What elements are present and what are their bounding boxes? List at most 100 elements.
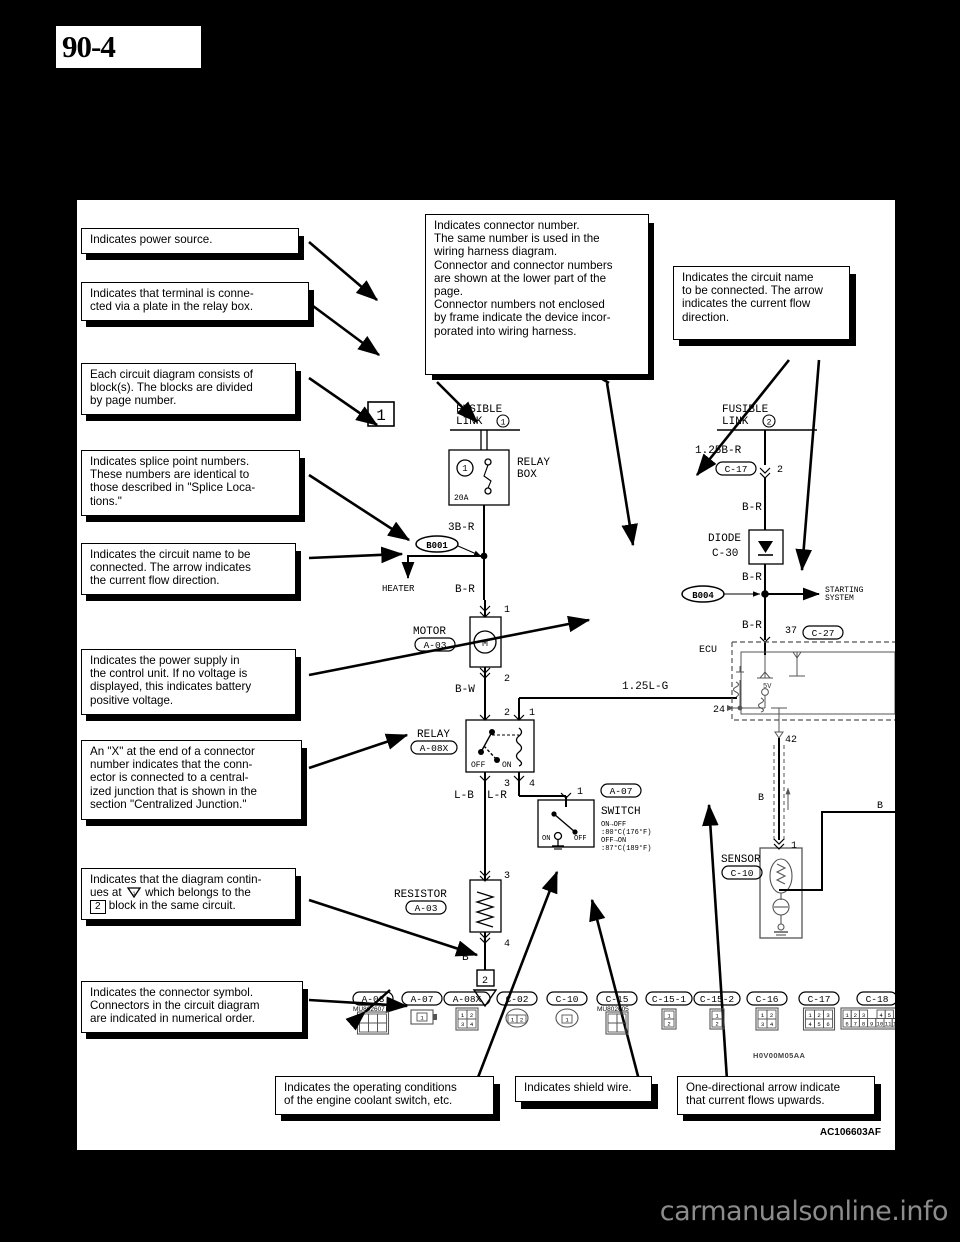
svg-text:M: M (482, 639, 488, 650)
switch-pin-1: 1 (577, 787, 583, 798)
fusible-link-2-line1: FUSIBLE (722, 404, 769, 416)
callout-connector-number: Indicates connector number. The same num… (425, 214, 649, 375)
relay-on: ON (502, 761, 512, 770)
switch-cond-3: OFF→ON (601, 837, 626, 845)
c17-pin: 2 (777, 465, 783, 476)
resistor-pin-4: 4 (504, 939, 510, 950)
connector-id-label: C-15-1 (652, 994, 687, 1005)
callout-shield-wire-text: Indicates shield wire. (524, 1081, 632, 1094)
block-number-label: 1 (376, 407, 386, 425)
wire-b-r-3: B-R (742, 572, 762, 584)
motor-pin-1: 1 (504, 605, 510, 616)
fuse-circle-label: 1 (462, 464, 467, 474)
wire-b-shield: B (758, 793, 764, 804)
connector-symbol-c-16[interactable]: C-16 1 23 4 (746, 991, 788, 1031)
connector-c27: C-27 (812, 628, 835, 639)
fusible-link-2-circle: 2 (767, 419, 772, 428)
connector-symbol-c-15-1[interactable]: C-15-1 12 (645, 991, 693, 1030)
sensor-label: SENSOR (721, 854, 761, 866)
wire-b-r-2: B-R (742, 502, 762, 514)
wire-l-b: L-B (454, 790, 474, 802)
connector-pin-label: 3 (862, 1012, 865, 1019)
diode-label: DIODE (708, 533, 741, 545)
callout-one-directional-arrow: One-directional arrow indicate that curr… (677, 1076, 875, 1115)
ecu-pin-24: 24 (713, 705, 725, 716)
connector-symbol-c-10[interactable]: C-10 1 (546, 991, 588, 1028)
callout-block-page: Each circuit diagram consists of block(s… (81, 363, 296, 415)
fusible-link-2-line2: LINK (722, 416, 749, 428)
callout-power-source-text: Indicates power source. (90, 233, 213, 246)
site-watermark: carmanualsonline.info (659, 1196, 949, 1227)
connector-pin-label: 4 (808, 1021, 812, 1028)
starting-system-2: SYSTEM (825, 594, 854, 603)
callout-power-source: Indicates power source. (81, 228, 299, 254)
connector-pin-label: 4 (879, 1012, 883, 1019)
relay-pin-3: 3 (504, 779, 510, 790)
connector-c17: C-17 (725, 464, 748, 475)
callout-splice-point: Indicates splice point numbers. These nu… (81, 450, 300, 516)
continue-triangle-icon: 1 (126, 887, 142, 899)
callout-operating-conditions: Indicates the operating conditions of th… (275, 1076, 494, 1115)
callout-relay-plate-text: Indicates that terminal is conne- cted v… (90, 287, 254, 314)
connector-id-label: C-16 (756, 994, 779, 1005)
c27-pin: 37 (785, 626, 797, 637)
wire-b-r-4: B-R (742, 620, 762, 632)
connector-pin-label: 3 (826, 1012, 829, 1019)
connector-id-label: C-15-2 (700, 994, 735, 1005)
connector-pin-label: 1 (808, 1012, 812, 1019)
motor-connector: A-03 (424, 640, 447, 651)
diode-id: C-30 (712, 548, 738, 560)
switch-off-label: OFF (574, 835, 587, 843)
relay-connector: A-08X (420, 743, 449, 754)
continue-block-num: 2 (482, 976, 488, 987)
connector-pin-label: 6 (826, 1021, 829, 1028)
relay-label: RELAY (417, 729, 450, 741)
resistor-connector: A-03 (415, 903, 438, 914)
connector-symbol-a-03[interactable]: A-03MU802607 (352, 991, 394, 1035)
sensor-connector: C-10 (731, 868, 754, 879)
connector-pin-label: 1 (511, 1017, 515, 1024)
callout-circuit-name-left: Indicates the circuit name to be connect… (81, 543, 296, 595)
svg-text:1: 1 (132, 891, 135, 897)
callout-splice-point-text: Indicates splice point numbers. These nu… (90, 455, 256, 508)
callout-circuit-name-right: Indicates the circuit name to be connect… (673, 266, 850, 340)
relay-box-line2: BOX (517, 469, 537, 481)
page-number: 90-4 (62, 29, 116, 64)
connector-symbol-a-07[interactable]: A-07 1 (401, 991, 443, 1025)
connector-pin-label: 2 (667, 1021, 670, 1028)
connector-symbol-c-17[interactable]: C-17 1 2 3 4 5 6 (798, 991, 840, 1031)
connector-pin-label: 3 (761, 1021, 764, 1028)
callout-power-supply-ecu-text: Indicates the power supply in the contro… (90, 654, 252, 707)
connector-pin-label: 5 (888, 1012, 891, 1019)
connector-symbol-a-08x[interactable]: A-08X 1 23 4 (443, 991, 491, 1031)
connector-symbol-c-15-2[interactable]: C-15-2 12 (693, 991, 741, 1030)
connector-pin-label: 10 (877, 1020, 884, 1027)
connector-symbol-c-18[interactable]: C-18123456789101112 (840, 991, 895, 1030)
relay-pin-2: 2 (504, 708, 510, 719)
fusible-link-1-line2: LINK (456, 416, 483, 428)
connector-pin-label: 2 (470, 1012, 473, 1019)
connector-id-label: A-08X (453, 994, 482, 1005)
wire-125b-r: 1.25B-R (695, 445, 742, 457)
callout-one-directional-text: One-directional arrow indicate that curr… (686, 1081, 841, 1108)
connector-pin-label: 2 (770, 1012, 773, 1019)
connector-id-label: C-18 (866, 994, 889, 1005)
callout-continues: Indicates that the diagram contin- ues a… (81, 868, 296, 920)
callout-power-supply-ecu: Indicates the power supply in the contro… (81, 649, 296, 715)
wire-3b-r: 3B-R (448, 522, 475, 534)
callout-continues-line2: ues at (90, 886, 122, 900)
callout-connector-symbol-text: Indicates the connector symbol. Connecto… (90, 986, 260, 1026)
wire-125lg: 1.25L-G (622, 681, 668, 693)
connector-pin-label: 3 (461, 1021, 464, 1028)
connector-id-label: C-02 (506, 994, 529, 1005)
callout-connector-number-text: Indicates connector number. The same num… (434, 219, 613, 338)
connector-symbol-c-15[interactable]: C-15MU802605 (596, 991, 638, 1035)
fusible-link-1-line1: FUSIBLE (456, 404, 503, 416)
callout-relay-plate: Indicates that terminal is conne- cted v… (81, 282, 309, 321)
relay-box-line1: RELAY (517, 457, 550, 469)
motor-pin-2: 2 (504, 674, 510, 685)
wire-b-w: B-W (455, 684, 475, 696)
callout-circuit-name-left-text: Indicates the circuit name to be connect… (90, 548, 251, 588)
connector-pin-label: 4 (470, 1021, 474, 1028)
connector-pin-label: 1 (461, 1012, 465, 1019)
